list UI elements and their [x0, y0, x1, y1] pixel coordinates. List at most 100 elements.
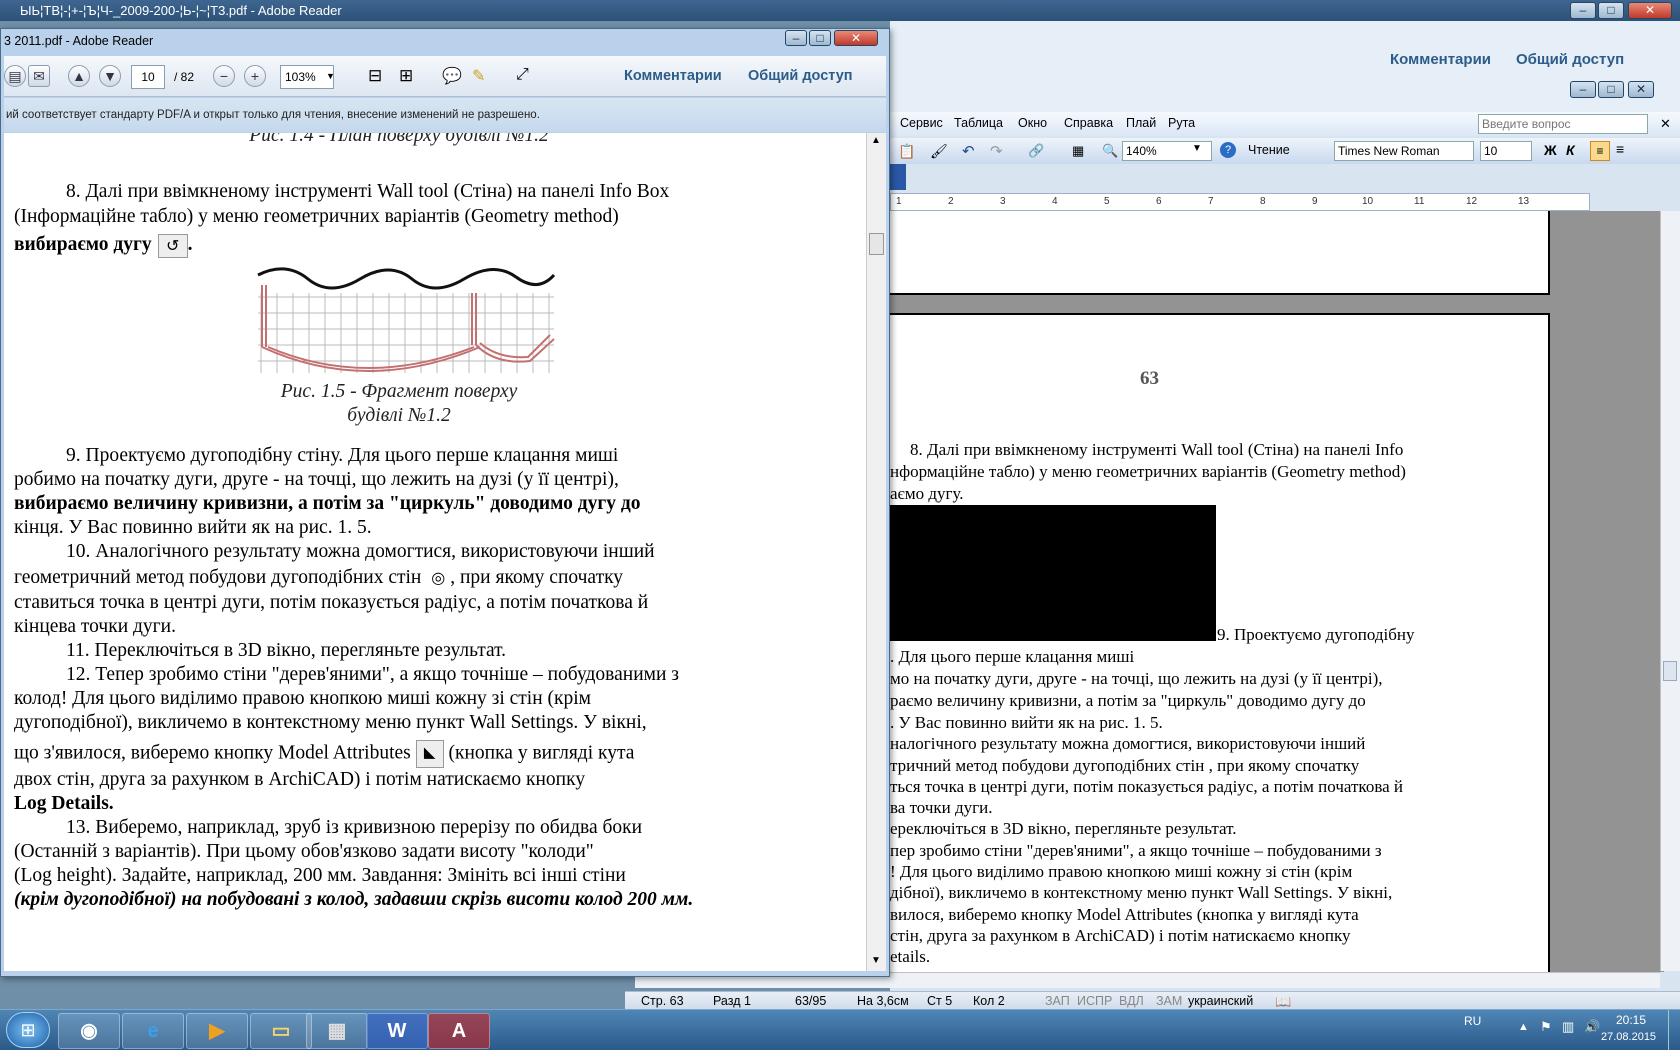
explorer-icon[interactable]: ▭ — [250, 1013, 312, 1049]
pdf-line: (Log height). Задайте, наприклад, 200 мм… — [14, 865, 626, 886]
fullscreen-icon[interactable]: ⤢ — [516, 66, 529, 84]
chrome-icon[interactable]: ◉ — [58, 1013, 120, 1049]
pdf-vertical-scrollbar[interactable]: ▲ ▼ — [866, 133, 886, 971]
status-record[interactable]: ЗАП — [1045, 994, 1070, 1008]
word-text-line: стін, друга за рахунком в ArchiCAD) і по… — [890, 926, 1351, 945]
network-icon[interactable]: ▥ — [1562, 1019, 1574, 1035]
minimize-button[interactable]: – — [1570, 2, 1596, 19]
show-desktop-button[interactable] — [1668, 1010, 1680, 1050]
status-track[interactable]: ИСПР — [1077, 994, 1112, 1008]
align-center-icon[interactable]: ≡ — [1616, 141, 1624, 157]
reading-mode-button[interactable]: Чтение — [1248, 143, 1290, 157]
comments-link[interactable]: Комментарии — [624, 68, 722, 84]
pdf-line: робимо на початку дуги, друге - на точці… — [14, 469, 619, 490]
menu-ruta[interactable]: Рута — [1168, 116, 1195, 130]
reader-toolbar: ▤ ✉ ▲ ▼ 10 / 82 − + 103% ▼ ⊟ ⊞ 💬 ✎ ⤢ Ком… — [4, 56, 886, 97]
page-total: / 82 — [174, 70, 195, 84]
close-button[interactable]: ✕ — [1628, 2, 1672, 19]
scroll-down-icon[interactable]: ▼ — [871, 955, 881, 966]
word-text-line: нформаційне табло) у меню геометричних в… — [890, 462, 1406, 481]
horizontal-ruler[interactable]: 1 2 3 4 5 6 7 8 9 10 11 12 13 — [890, 193, 1590, 211]
internet-explorer-icon[interactable]: e — [122, 1013, 184, 1049]
ruler-tick: 5 — [1104, 196, 1110, 207]
zoom-in-icon[interactable]: + — [244, 65, 266, 87]
email-icon[interactable]: ✉ — [28, 65, 50, 87]
ruler-tick: 7 — [1208, 196, 1214, 207]
help-search-input[interactable] — [1478, 114, 1648, 134]
spelling-icon[interactable]: 📖 — [1275, 994, 1291, 1010]
pdf-scroll-thumb[interactable] — [869, 233, 884, 255]
ruler-tick: 6 — [1156, 196, 1162, 207]
ruler-tick: 10 — [1362, 196, 1374, 207]
fit-width-icon[interactable]: ⊞ — [399, 66, 413, 86]
word-icon[interactable]: W — [366, 1013, 428, 1049]
zoom-icon[interactable]: 🔍 — [1102, 143, 1118, 159]
adobe-reader-icon[interactable]: A — [428, 1013, 490, 1049]
start-button[interactable]: ⊞ — [6, 1012, 50, 1048]
close-document-icon[interactable]: ✕ — [1660, 116, 1671, 132]
scroll-thumb[interactable] — [1663, 661, 1677, 681]
previous-page-icon[interactable]: ▲ — [68, 65, 90, 87]
zoom-dropdown-icon[interactable]: ▼ — [1192, 143, 1202, 154]
input-language[interactable]: RU — [1464, 1014, 1481, 1028]
word-text-line: мо на початку дуги, друге - на точці, що… — [890, 669, 1383, 688]
clock-date[interactable]: 27.08.2015 — [1601, 1031, 1656, 1043]
zoom-out-icon[interactable]: − — [213, 65, 235, 87]
page-number-input[interactable]: 10 — [131, 65, 165, 89]
print-icon[interactable]: ▤ — [4, 65, 26, 87]
share-link[interactable]: Общий доступ — [748, 68, 853, 84]
media-player-icon[interactable]: ▶ — [186, 1013, 248, 1049]
word-close-button[interactable]: ✕ — [1628, 81, 1654, 98]
vertical-scrollbar[interactable] — [1660, 211, 1680, 971]
scroll-up-icon[interactable]: ▲ — [871, 135, 881, 146]
background-share-link[interactable]: Общий доступ — [1516, 51, 1624, 68]
ruler-tick: 8 — [1260, 196, 1266, 207]
table-icon[interactable]: ▦ — [1072, 143, 1084, 159]
hyperlink-icon[interactable]: 🔗 — [1028, 143, 1044, 159]
background-title-bar: ЫЬ¦ТВ¦-¦+-¦Ъ¦Ч-_2009-200-¦Ь-¦~¦Т3.pdf - … — [0, 0, 1680, 21]
zoom-dropdown-arrow-icon[interactable]: ▼ — [326, 71, 335, 81]
align-left-icon[interactable]: ≡ — [1590, 141, 1610, 161]
undo-icon[interactable]: ↶ — [962, 142, 975, 160]
bold-button[interactable]: Ж — [1544, 142, 1557, 158]
status-extend[interactable]: ВДЛ — [1119, 994, 1144, 1008]
fit-page-icon[interactable]: ⊟ — [368, 66, 382, 86]
calculator-icon[interactable]: ▦ — [306, 1013, 368, 1049]
word-minimize-button[interactable]: – — [1570, 81, 1596, 98]
menu-table[interactable]: Таблица — [954, 116, 1003, 130]
word-restore-button[interactable]: □ — [1598, 81, 1624, 98]
word-text-line: 9. Проектуємо дугоподібну — [1217, 625, 1415, 644]
word-text-line: . Для цього перше клацання миші — [890, 647, 1135, 666]
word-text-line: ереключіться в 3D вікно, перегляньте рез… — [890, 819, 1237, 838]
comment-icon[interactable]: 💬 — [442, 66, 462, 86]
highlight-icon[interactable]: ✎ — [472, 66, 485, 86]
help-icon[interactable]: ? — [1220, 142, 1236, 158]
menu-help[interactable]: Справка — [1064, 116, 1113, 130]
word-text-line: тричний метод побудови дугоподібних стін… — [890, 756, 1360, 775]
pdf-line: (крім дугоподібної) на побудовані з коло… — [14, 889, 694, 910]
reader-minimize-button[interactable]: – — [785, 30, 807, 46]
flag-icon[interactable]: ⚑ — [1540, 1019, 1552, 1035]
menu-window[interactable]: Окно — [1018, 116, 1047, 130]
font-name-select[interactable]: Times New Roman — [1334, 141, 1474, 161]
maximize-button[interactable]: □ — [1598, 2, 1624, 19]
background-comments-link[interactable]: Комментарии — [1390, 51, 1491, 68]
italic-button[interactable]: К — [1566, 142, 1575, 158]
next-page-icon[interactable]: ▼ — [99, 65, 121, 87]
menu-play[interactable]: Плай — [1126, 116, 1156, 130]
reader-maximize-button[interactable]: □ — [809, 30, 831, 46]
format-painter-icon[interactable]: 🖌 — [930, 143, 948, 160]
pdf-line: 9. Проектуємо дугоподібну стіну. Для цьо… — [66, 445, 619, 466]
status-overtype[interactable]: ЗАМ — [1156, 994, 1182, 1008]
paste-icon[interactable]: 📋 — [898, 143, 915, 160]
volume-icon[interactable]: 🔊 — [1584, 1019, 1600, 1035]
menu-service[interactable]: Сервис — [900, 116, 943, 130]
font-size-select[interactable]: 10 — [1480, 141, 1532, 161]
redo-icon[interactable]: ↷ — [990, 142, 1003, 160]
reader-close-button[interactable]: ✕ — [834, 30, 878, 46]
clock-time[interactable]: 20:15 — [1616, 1013, 1646, 1027]
status-language[interactable]: украинский — [1188, 994, 1253, 1008]
toolbar-overflow[interactable] — [890, 164, 906, 190]
figure-caption-line1: Рис. 1.5 - Фрагмент поверху — [280, 381, 518, 402]
show-hidden-icons-icon[interactable]: ▲ — [1518, 1021, 1529, 1033]
